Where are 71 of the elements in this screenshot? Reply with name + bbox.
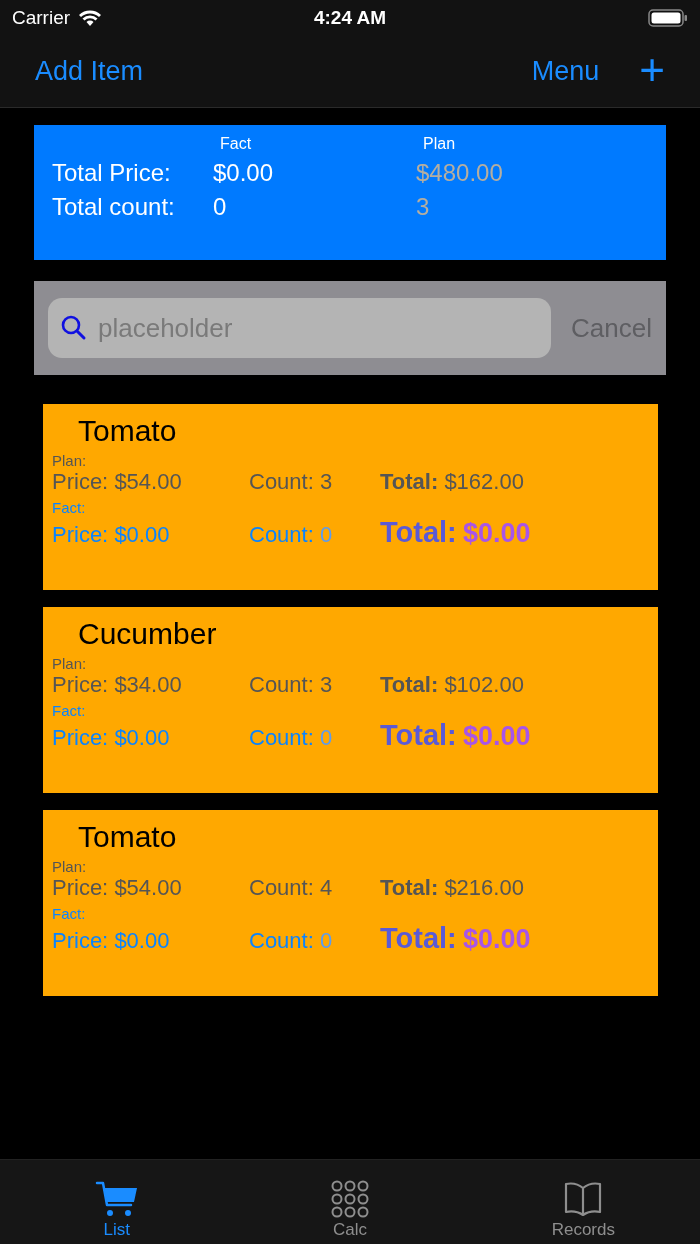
- price-label: Price:: [52, 672, 109, 697]
- clock-time: 4:24 AM: [313, 7, 387, 29]
- price-value: $54.00: [114, 875, 182, 900]
- count-value: 3: [319, 672, 333, 697]
- count-label: Count:: [249, 522, 314, 547]
- total-label: Total:: [380, 672, 439, 697]
- fact-value: $0.00: [213, 159, 274, 187]
- count-value: 4: [319, 875, 333, 900]
- count-label: Count:: [249, 469, 314, 494]
- total-label: Total:: [380, 922, 457, 954]
- section-label: Plan:: [52, 655, 87, 672]
- price-label: Price:: [52, 725, 109, 750]
- tab[interactable]: Records: [466, 1160, 700, 1244]
- summary-label: Total Price:: [52, 159, 171, 187]
- price-value: $34.00: [114, 672, 182, 697]
- search-field[interactable]: placeholder: [48, 298, 552, 358]
- total-label: Total:: [380, 469, 439, 494]
- add-button[interactable]: +: [639, 47, 665, 92]
- total-value: $162.00: [444, 469, 524, 494]
- count-value: 0: [319, 928, 333, 953]
- item-card[interactable]: Tomato Plan: Price: $54.00 Count: 3 Total: $162.00 Fact: Price: $0.00 Count: 0 Total: $0.00: [43, 404, 658, 590]
- item-name: Tomato: [78, 820, 177, 854]
- price-label: Price:: [52, 875, 109, 900]
- total-label: Total:: [380, 516, 457, 548]
- carrier-label: Carrier: [12, 7, 71, 29]
- total-label: Total:: [380, 875, 439, 900]
- count-label: Count:: [249, 928, 314, 953]
- book-icon: [563, 1180, 604, 1218]
- wifi-icon: [78, 9, 103, 27]
- item-card[interactable]: Cucumber Plan: Price: $34.00 Count: 3 Total: $102.00 Fact: Price: $0.00 Count: 0 Total: $0.00: [43, 607, 658, 793]
- price-value: $54.00: [114, 469, 182, 494]
- price-label: Price:: [52, 469, 109, 494]
- battery-icon: [648, 8, 688, 28]
- count-value: 3: [319, 469, 333, 494]
- plan-value: $480.00: [416, 159, 503, 187]
- item-name: Tomato: [78, 414, 177, 448]
- plan-value: 3: [416, 193, 430, 221]
- count-label: Count:: [249, 672, 314, 697]
- price-value: $0.00: [114, 928, 170, 953]
- price-value: $0.00: [114, 725, 170, 750]
- count-value: 0: [319, 725, 333, 750]
- add-item-button[interactable]: Add Item: [35, 56, 144, 87]
- total-value: $0.00: [462, 518, 531, 548]
- count-label: Count:: [249, 875, 314, 900]
- price-label: Price:: [52, 522, 109, 547]
- item-card[interactable]: Tomato Plan: Price: $54.00 Count: 4 Total: $216.00 Fact: Price: $0.00 Count: 0 Total: $0.00: [43, 810, 658, 996]
- summary-label: Total count:: [52, 193, 175, 221]
- count-label: Count:: [249, 725, 314, 750]
- section-label: Plan:: [52, 858, 87, 875]
- total-value: $0.00: [462, 924, 531, 954]
- count-value: 0: [319, 522, 333, 547]
- column-header: Plan: [423, 135, 456, 153]
- fact-value: 0: [213, 193, 227, 221]
- section-label: Fact:: [52, 499, 86, 516]
- total-value: $216.00: [444, 875, 524, 900]
- section-label: Fact:: [52, 702, 86, 719]
- keypad-icon: [330, 1180, 370, 1218]
- tab[interactable]: Calc: [233, 1160, 467, 1244]
- section-label: Plan:: [52, 452, 87, 469]
- section-label: Fact:: [52, 905, 86, 922]
- price-label: Price:: [52, 928, 109, 953]
- column-header: Fact: [220, 135, 252, 153]
- search-icon: [60, 314, 88, 342]
- item-name: Cucumber: [78, 617, 217, 651]
- tab[interactable]: List: [0, 1160, 234, 1244]
- cart-icon: [94, 1180, 139, 1218]
- total-value: $0.00: [462, 721, 531, 751]
- menu-button[interactable]: Menu: [531, 56, 600, 87]
- total-label: Total:: [380, 719, 457, 751]
- price-value: $0.00: [114, 522, 170, 547]
- total-value: $102.00: [444, 672, 524, 697]
